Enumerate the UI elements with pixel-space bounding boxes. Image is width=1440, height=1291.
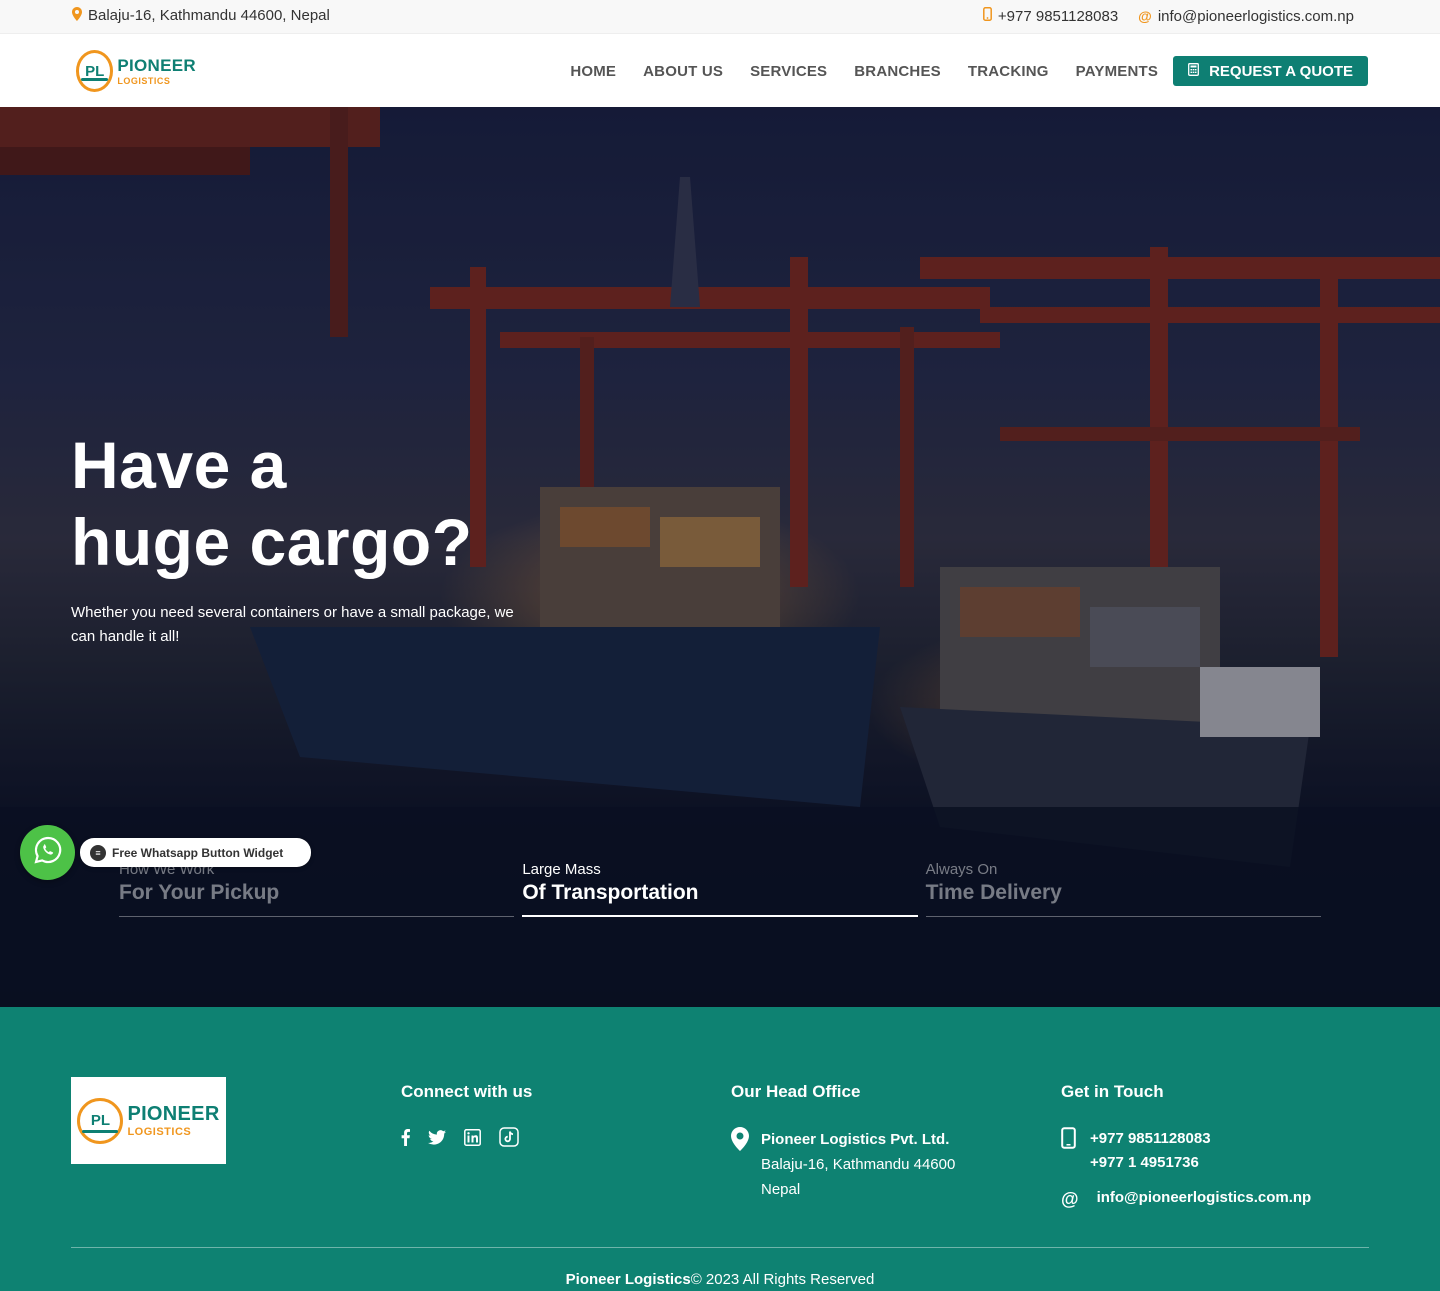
address-text: Balaju-16, Kathmandu 44600, Nepal (88, 7, 330, 24)
touch-title: Get in Touch (1061, 1082, 1164, 1101)
social-links (401, 1127, 519, 1152)
topbar-address: Balaju-16, Kathmandu 44600, Nepal (72, 7, 330, 24)
email-text[interactable]: info@pioneerlogistics.com.np (1158, 8, 1354, 25)
site-footer: PL PIONEER LOGISTICS Connect with us Our… (0, 1007, 1440, 1291)
contact-email: @ info@pioneerlogistics.com.np (1061, 1189, 1311, 1210)
map-pin-icon (731, 1127, 749, 1202)
footer-phone-1[interactable]: +977 9851128083 (1090, 1130, 1211, 1147)
hero-tab-big: Of Transportation (522, 881, 699, 904)
at-icon: @ (1138, 8, 1152, 24)
widget-brand-icon: ≡ (90, 844, 106, 861)
nav-services[interactable]: SERVICES (750, 63, 827, 80)
main-nav: HOME ABOUT US SERVICES BRANCHES TRACKING… (543, 56, 1368, 86)
office-address-line1: Balaju-16, Kathmandu 44600 (761, 1156, 956, 1173)
footer-logo[interactable]: PL PIONEER LOGISTICS (71, 1077, 226, 1164)
footer-phone-2[interactable]: +977 1 4951736 (1090, 1154, 1199, 1171)
office-address-line2: Nepal (761, 1181, 801, 1198)
hero-title-line1: Have a (71, 428, 287, 502)
hero-banner: Have a huge cargo? Whether you need seve… (0, 107, 1440, 1007)
logo-name: PIONEER (117, 55, 196, 75)
copyright-brand[interactable]: Pioneer Logistics (566, 1271, 691, 1288)
hero-title-line2: huge cargo? (71, 505, 473, 579)
office-title: Our Head Office (731, 1082, 861, 1101)
whatsapp-widget-label[interactable]: ≡ Free Whatsapp Button Widget (80, 838, 311, 867)
top-bar: Balaju-16, Kathmandu 44600, Nepal +977 9… (0, 0, 1440, 34)
site-logo[interactable]: PL PIONEER LOGISTICS (76, 49, 196, 93)
logo-mark: PL (76, 50, 114, 92)
footer-divider (71, 1247, 1369, 1248)
copyright-text: © 2023 All Rights Reserved (690, 1271, 875, 1288)
map-pin-icon (72, 7, 82, 24)
office-name: Pioneer Logistics Pvt. Ltd. (761, 1131, 950, 1148)
head-office: Pioneer Logistics Pvt. Ltd. Balaju-16, K… (731, 1127, 955, 1202)
logo-name: PIONEER (127, 1102, 220, 1125)
whatsapp-icon (33, 836, 62, 869)
whatsapp-label-text: Free Whatsapp Button Widget (112, 845, 284, 860)
copyright: Pioneer Logistics© 2023 All Rights Reser… (0, 1271, 1440, 1288)
hero-title: Have a huge cargo? (71, 427, 591, 581)
logo-sub: LOGISTICS (117, 75, 171, 86)
whatsapp-button[interactable] (20, 825, 75, 880)
hero-tab-pickup[interactable]: How We Work For Your Pickup (119, 859, 515, 917)
hero-tab-small: Large Mass (522, 861, 601, 878)
mobile-icon (982, 7, 992, 25)
linkedin-icon[interactable] (464, 1128, 481, 1151)
hero-tab-transportation[interactable]: Large Mass Of Transportation (522, 859, 918, 917)
hero-tab-delivery[interactable]: Always On Time Delivery (925, 859, 1321, 917)
site-header: PL PIONEER LOGISTICS HOME ABOUT US SERVI… (0, 34, 1440, 107)
facebook-icon[interactable] (401, 1128, 410, 1151)
contact-phones: +977 9851128083 +977 1 4951736 (1061, 1127, 1211, 1175)
hero-tab-big: Time Delivery (925, 881, 1062, 904)
request-quote-button[interactable]: REQUEST A QUOTE (1173, 56, 1368, 86)
topbar-email[interactable]: @ info@pioneerlogistics.com.np (1138, 8, 1354, 25)
phone-text[interactable]: +977 9851128083 (998, 8, 1118, 25)
connect-title: Connect with us (401, 1082, 533, 1101)
hero-tab-small: Always On (925, 861, 998, 878)
tiktok-icon[interactable] (499, 1127, 519, 1152)
logo-sub: LOGISTICS (127, 1125, 192, 1138)
nav-home[interactable]: HOME (570, 63, 616, 80)
hero-tabs: How We Work For Your Pickup Large Mass O… (119, 859, 1321, 917)
mobile-icon (1061, 1127, 1076, 1175)
twitter-icon[interactable] (428, 1129, 446, 1150)
hero-subtitle: Whether you need several containers or h… (71, 604, 514, 645)
at-icon: @ (1061, 1189, 1079, 1209)
topbar-phone[interactable]: +977 9851128083 (982, 7, 1118, 25)
nav-tracking[interactable]: TRACKING (968, 63, 1049, 80)
nav-about-us[interactable]: ABOUT US (643, 63, 723, 80)
nav-payments[interactable]: PAYMENTS (1076, 63, 1158, 80)
hero-tab-big: For Your Pickup (119, 881, 280, 904)
nav-branches[interactable]: BRANCHES (854, 63, 941, 80)
request-quote-label: REQUEST A QUOTE (1209, 62, 1353, 80)
calculator-icon (1188, 62, 1200, 80)
footer-email[interactable]: info@pioneerlogistics.com.np (1097, 1189, 1312, 1210)
logo-mark: PL (77, 1097, 124, 1144)
